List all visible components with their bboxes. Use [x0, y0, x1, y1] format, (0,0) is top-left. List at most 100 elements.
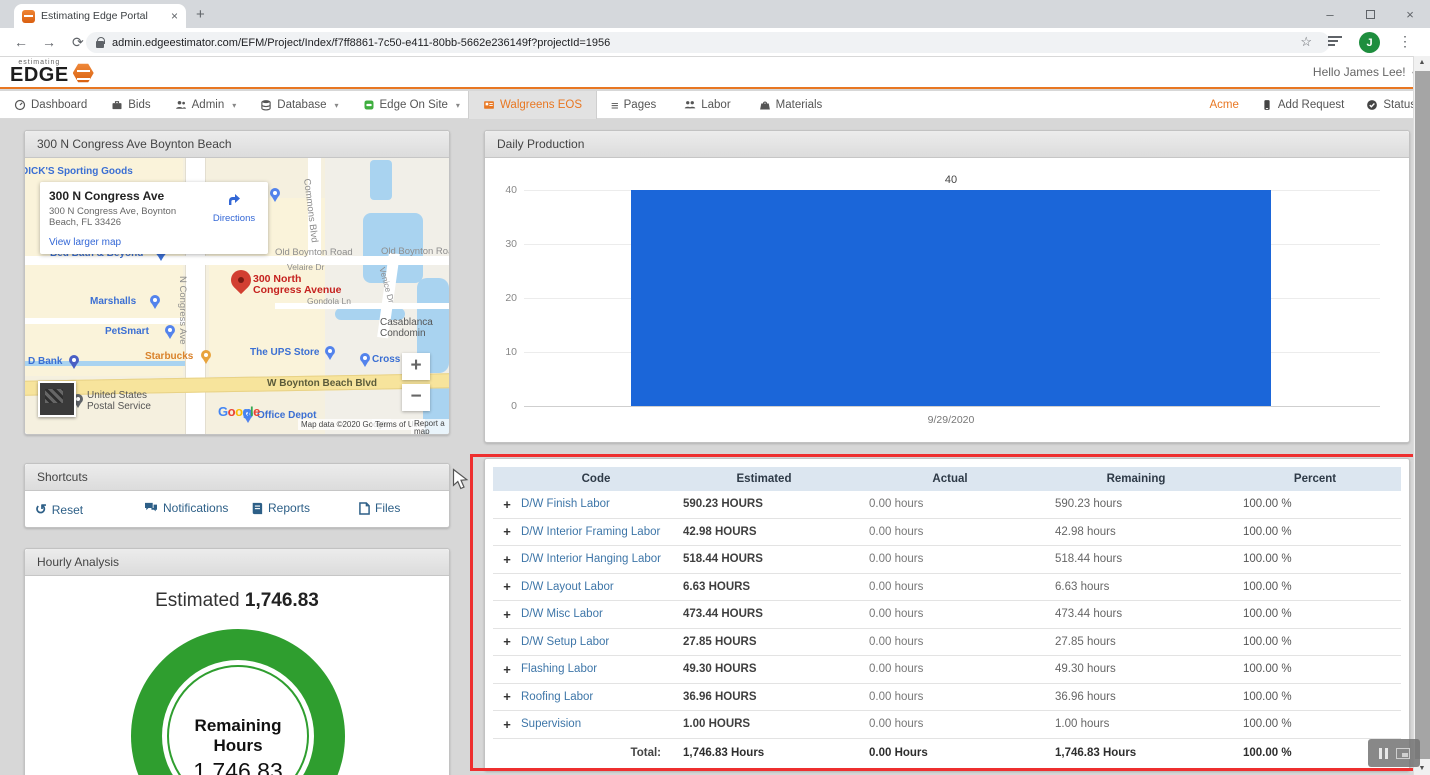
- back-icon[interactable]: ←: [14, 34, 28, 50]
- weight-icon: [759, 99, 771, 111]
- edge-logo[interactable]: estimating EDGE: [10, 59, 94, 84]
- table-row: + Flashing Labor 49.30 HOURS 0.00 hours …: [493, 656, 1401, 684]
- map-pin-icon[interactable]: [150, 295, 160, 305]
- labor-code-link[interactable]: D/W Interior Hanging Labor: [521, 553, 671, 565]
- tab-pages[interactable]: ≡ Pages: [597, 91, 670, 119]
- shortcut-files[interactable]: Files: [359, 501, 400, 515]
- address-bar[interactable]: admin.edgeestimator.com/EFM/Project/Inde…: [86, 32, 1330, 53]
- map-label[interactable]: D Bank: [28, 356, 62, 367]
- map-label: Gondola Ln: [307, 296, 351, 306]
- labor-code-link[interactable]: Supervision: [521, 718, 671, 730]
- expand-row-icon[interactable]: +: [493, 497, 521, 512]
- new-tab-button[interactable]: +: [196, 6, 205, 23]
- table-row: + D/W Layout Labor 6.63 HOURS 0.00 hours…: [493, 574, 1401, 602]
- nav-status[interactable]: Status: [1366, 99, 1416, 111]
- report-error-link[interactable]: Report a map error: [411, 419, 449, 434]
- y-tick: 0: [487, 400, 517, 412]
- scrollbar-thumb[interactable]: [1415, 71, 1430, 759]
- shortcut-notifications[interactable]: Notifications: [144, 501, 228, 515]
- map-label: CasablancaCondomin: [380, 317, 433, 339]
- nav-acme[interactable]: Acme: [1209, 99, 1238, 111]
- user-greeting-menu[interactable]: Hello James Lee! ▾: [1313, 65, 1416, 79]
- tab-materials[interactable]: Materials: [745, 91, 837, 119]
- map-pin-icon[interactable]: [69, 355, 79, 365]
- browser-menu-icon[interactable]: ⋮: [1398, 33, 1412, 50]
- map-label[interactable]: The UPS Store: [250, 347, 319, 358]
- info-window-address: 300 N Congress Ave, Boynton Beach, FL 33…: [49, 206, 189, 228]
- forward-icon[interactable]: →: [42, 34, 56, 50]
- bookmark-star-icon[interactable]: ☆: [1300, 34, 1312, 50]
- map-pin-icon[interactable]: [201, 350, 211, 360]
- street-view-thumbnail[interactable]: [38, 381, 76, 417]
- labor-code-link[interactable]: D/W Finish Labor: [521, 498, 671, 510]
- table-row: + D/W Finish Labor 590.23 HOURS 0.00 hou…: [493, 491, 1401, 519]
- map-pin-icon[interactable]: [270, 188, 280, 198]
- map-label[interactable]: PetSmart: [105, 326, 149, 337]
- table-header-row: Code Estimated Actual Remaining Percent: [493, 467, 1401, 491]
- window-restore-button[interactable]: [1350, 0, 1390, 28]
- main-navbar: Dashboard Bids Admin ▾ Database ▾ Edge O…: [0, 91, 1430, 119]
- expand-row-icon[interactable]: +: [493, 634, 521, 649]
- pause-icon[interactable]: [1379, 748, 1388, 759]
- remaining-hours-donut[interactable]: Remaining Hours 1,746.83: [131, 629, 345, 775]
- chevron-down-icon: ▾: [456, 101, 460, 110]
- nav-add-request[interactable]: Add Request: [1261, 99, 1345, 111]
- expand-row-icon[interactable]: +: [493, 579, 521, 594]
- directions-button[interactable]: Directions: [212, 192, 256, 224]
- chevron-down-icon: ▾: [335, 101, 339, 110]
- map-pin-icon[interactable]: [360, 353, 370, 363]
- bar-series[interactable]: [631, 190, 1271, 406]
- expand-row-icon[interactable]: +: [493, 607, 521, 622]
- tab-close-icon[interactable]: ×: [171, 9, 178, 23]
- nav-database[interactable]: Database ▾: [260, 99, 338, 111]
- video-control-overlay[interactable]: [1368, 739, 1420, 767]
- labor-code-link[interactable]: D/W Interior Framing Labor: [521, 526, 671, 538]
- picture-in-picture-icon[interactable]: [1396, 748, 1410, 759]
- tab-labor[interactable]: Labor: [670, 91, 744, 119]
- labor-code-link[interactable]: Roofing Labor: [521, 691, 671, 703]
- nav-admin[interactable]: Admin ▾: [175, 99, 237, 111]
- extension-icon[interactable]: [1328, 36, 1342, 48]
- page-scrollbar[interactable]: ▲ ▼: [1413, 56, 1430, 775]
- map-label[interactable]: Marshalls: [90, 296, 136, 307]
- view-larger-map-link[interactable]: View larger map: [49, 237, 121, 248]
- expand-row-icon[interactable]: +: [493, 524, 521, 539]
- reports-icon: [251, 502, 263, 515]
- table-row: + D/W Interior Framing Labor 42.98 HOURS…: [493, 519, 1401, 547]
- map-label[interactable]: Starbucks: [145, 351, 193, 362]
- labor-code-link[interactable]: D/W Misc Labor: [521, 608, 671, 620]
- map-label[interactable]: DICK'S Sporting Goods: [25, 166, 133, 177]
- google-map[interactable]: DICK'S Sporting Goods Commons Blvd Old B…: [25, 158, 449, 434]
- greeting-text: Hello James Lee!: [1313, 65, 1406, 79]
- expand-row-icon[interactable]: +: [493, 717, 521, 732]
- site-header: estimating EDGE Hello James Lee! ▾: [0, 57, 1430, 89]
- id-card-icon: [483, 99, 495, 111]
- labor-code-link[interactable]: Flashing Labor: [521, 663, 671, 675]
- url-text[interactable]: admin.edgeestimator.com/EFM/Project/Inde…: [112, 37, 610, 49]
- browser-tab[interactable]: Estimating Edge Portal ×: [14, 4, 186, 28]
- shortcuts-title: Shortcuts: [25, 464, 449, 491]
- nav-bids[interactable]: Bids: [111, 99, 150, 111]
- people-icon: [684, 99, 696, 111]
- shortcut-reports[interactable]: Reports: [251, 501, 310, 515]
- map-zoom-in-button[interactable]: +: [402, 353, 430, 380]
- map-pin-icon[interactable]: [165, 325, 175, 335]
- col-remaining: Remaining: [1043, 473, 1229, 485]
- labor-code-link[interactable]: D/W Layout Labor: [521, 581, 671, 593]
- labor-code-link[interactable]: D/W Setup Labor: [521, 636, 671, 648]
- nav-edge-on-site[interactable]: Edge On Site ▾: [363, 99, 460, 111]
- shortcut-reset[interactable]: ↺ Reset: [35, 501, 83, 518]
- map-zoom-out-button[interactable]: −: [402, 384, 430, 411]
- window-minimize-button[interactable]: –: [1310, 0, 1350, 28]
- y-tick: 30: [487, 238, 517, 250]
- expand-row-icon[interactable]: +: [493, 689, 521, 704]
- expand-row-icon[interactable]: +: [493, 662, 521, 677]
- tab-walgreens-eos[interactable]: Walgreens EOS: [468, 91, 597, 119]
- nav-dashboard[interactable]: Dashboard: [14, 99, 87, 111]
- expand-row-icon[interactable]: +: [493, 552, 521, 567]
- browser-avatar[interactable]: J: [1359, 32, 1380, 53]
- map-pin-icon[interactable]: [325, 346, 335, 356]
- window-close-button[interactable]: ×: [1390, 0, 1430, 28]
- scroll-up-icon[interactable]: ▲: [1414, 59, 1430, 66]
- reload-icon[interactable]: ⟳: [72, 34, 84, 51]
